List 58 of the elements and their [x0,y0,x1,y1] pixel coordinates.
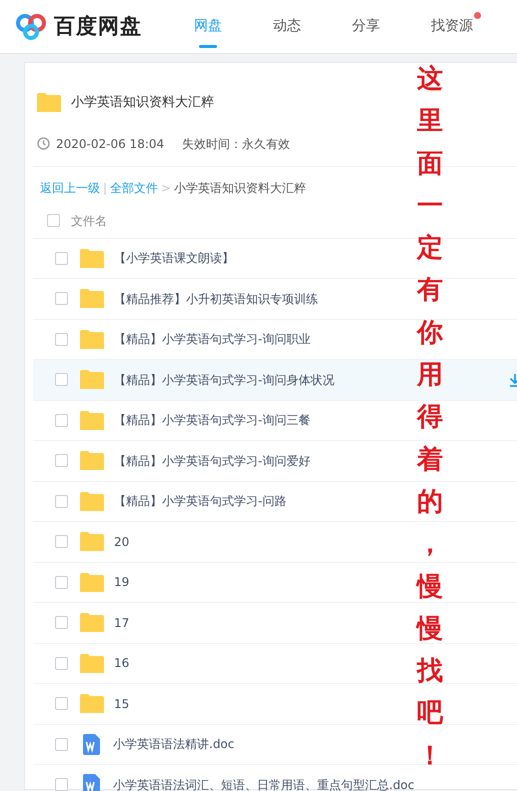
column-header: 文件名 [71,212,107,230]
nav-tab[interactable]: 分享 [352,0,380,54]
checkbox[interactable] [55,576,68,589]
checkbox[interactable] [55,252,68,265]
checkbox[interactable] [55,332,68,346]
folder-icon [80,370,104,390]
folder-icon [80,492,104,511]
expiry-text: 失效时间：永久有效 [182,136,290,152]
nav-tab[interactable]: 动态 [273,0,301,54]
checkbox[interactable] [55,414,68,427]
download-icon[interactable] [509,372,517,387]
file-name[interactable]: 16 [114,654,130,672]
folder-icon [80,248,104,268]
current-folder: 小学英语知识资料大汇粹 [174,180,306,196]
checkbox[interactable] [55,697,68,710]
file-name[interactable]: 20 [114,532,130,551]
file-name[interactable]: 19 [114,573,130,592]
checkbox[interactable] [55,373,68,386]
breadcrumb-arrow: > [161,180,172,196]
folder-icon [80,654,104,673]
share-title: 小学英语知识资料大汇粹 [71,94,214,112]
clock-icon [37,137,50,150]
checkbox[interactable] [55,494,68,508]
folder-icon [80,613,104,632]
file-name[interactable]: 【精品】小学英语句式学习-询问爱好 [114,452,310,470]
word-document-icon [83,734,100,755]
checkbox[interactable] [55,778,68,791]
file-name[interactable]: 17 [114,614,130,632]
folder-icon [80,532,104,552]
file-name[interactable]: 小学英语语法词汇、短语、日常用语、重点句型汇总.doc [113,776,414,791]
folder-icon [80,572,104,592]
checkbox[interactable] [55,738,68,751]
file-name[interactable]: 【精品】小学英语句式学习-询问职业 [114,330,310,348]
separator: | [103,180,108,196]
file-name[interactable]: 【精品推荐】小升初英语知识专项训练 [114,290,318,308]
folder-icon [80,694,104,714]
annotation-text: 这里面一定有你用得着的，慢慢找吧！ [417,63,443,773]
share-date: 2020-02-06 18:04 [56,136,164,152]
nav-tab[interactable]: 找资源 [431,0,481,54]
checkbox[interactable] [55,616,68,630]
folder-icon [80,410,104,430]
logo-text: 百度网盘 [54,12,142,40]
select-all-checkbox[interactable] [47,214,60,227]
checkbox[interactable] [55,292,68,306]
file-name[interactable]: 【小学英语课文朗读】 [114,249,234,268]
file-name[interactable]: 【精品】小学英语句式学习-问路 [114,492,286,510]
checkbox[interactable] [55,454,68,468]
file-name[interactable]: 15 [114,694,130,713]
folder-icon [37,93,61,112]
file-name[interactable]: 小学英语语法精讲.doc [113,735,234,754]
checkbox[interactable] [55,535,68,548]
file-name[interactable]: 【精品】小学英语句式学习-询问身体状况 [114,370,334,389]
checkbox[interactable] [55,656,68,670]
folder-icon [80,289,104,308]
logo-icon [14,14,48,40]
file-name[interactable]: 【精品】小学英语句式学习-询问三餐 [114,411,310,430]
folder-icon [80,330,104,349]
folder-icon [80,451,104,470]
